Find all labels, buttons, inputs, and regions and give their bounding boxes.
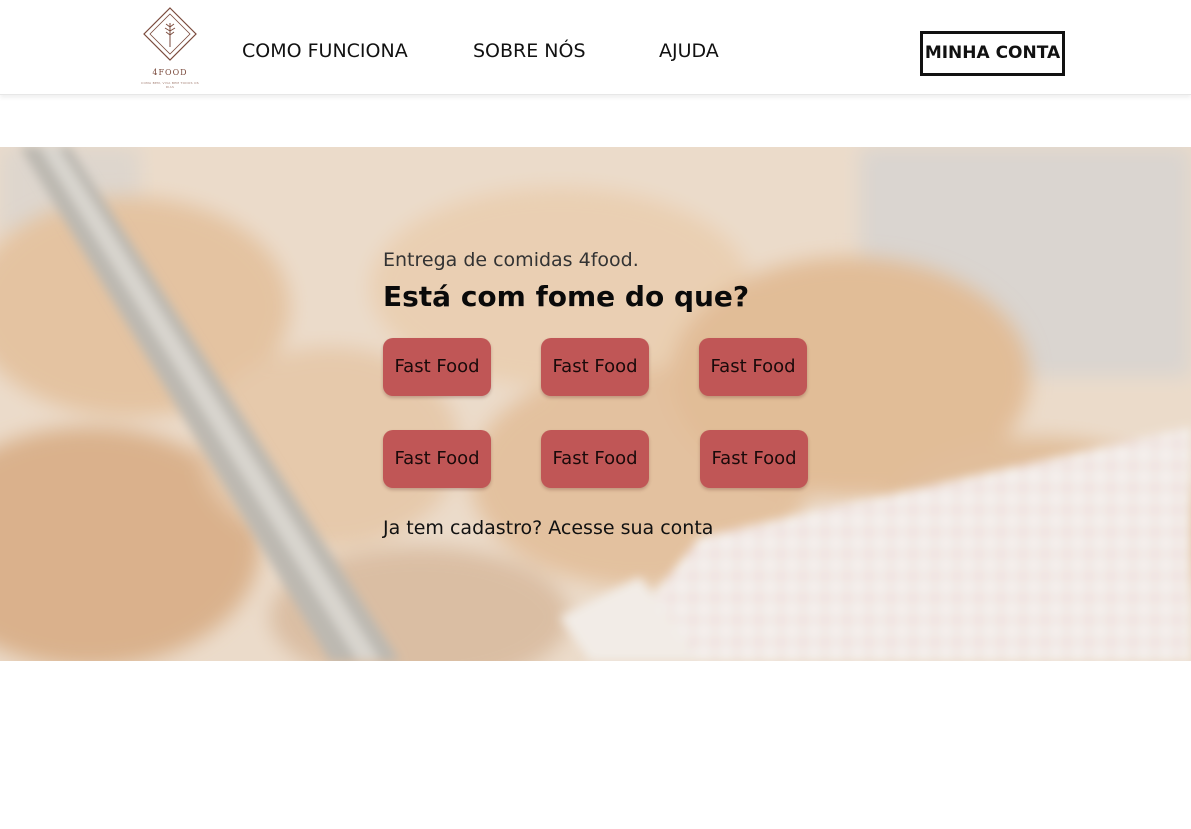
diamond-logo-icon [143, 7, 197, 61]
hero-overlay [0, 147, 1191, 661]
category-button[interactable]: Fast Food [700, 430, 808, 488]
hero-section: Entrega de comidas 4food. Está com fome … [0, 147, 1191, 661]
signin-link[interactable]: Ja tem cadastro? Acesse sua conta [383, 517, 713, 539]
hero-headline: Está com fome do que? [383, 280, 750, 313]
brand-name: 4FOOD [152, 68, 188, 77]
nav-link-sobre-nos[interactable]: SOBRE NÓS [473, 40, 586, 62]
my-account-button[interactable]: MINHA CONTA [920, 31, 1065, 76]
nav-link-como-funciona[interactable]: COMO FUNCIONA [242, 40, 408, 62]
brand-logo[interactable]: 4FOOD COMA BEM, VIVA BEM TODOS OS DIAS [141, 7, 199, 89]
category-button[interactable]: Fast Food [699, 338, 807, 396]
hero-subtitle: Entrega de comidas 4food. [383, 249, 639, 271]
category-button[interactable]: Fast Food [541, 430, 649, 488]
top-header: 4FOOD COMA BEM, VIVA BEM TODOS OS DIAS C… [0, 0, 1191, 95]
category-button[interactable]: Fast Food [383, 338, 491, 396]
nav-link-ajuda[interactable]: AJUDA [659, 40, 719, 62]
category-button[interactable]: Fast Food [383, 430, 491, 488]
category-button[interactable]: Fast Food [541, 338, 649, 396]
brand-tagline: COMA BEM, VIVA BEM TODOS OS DIAS [141, 81, 199, 89]
